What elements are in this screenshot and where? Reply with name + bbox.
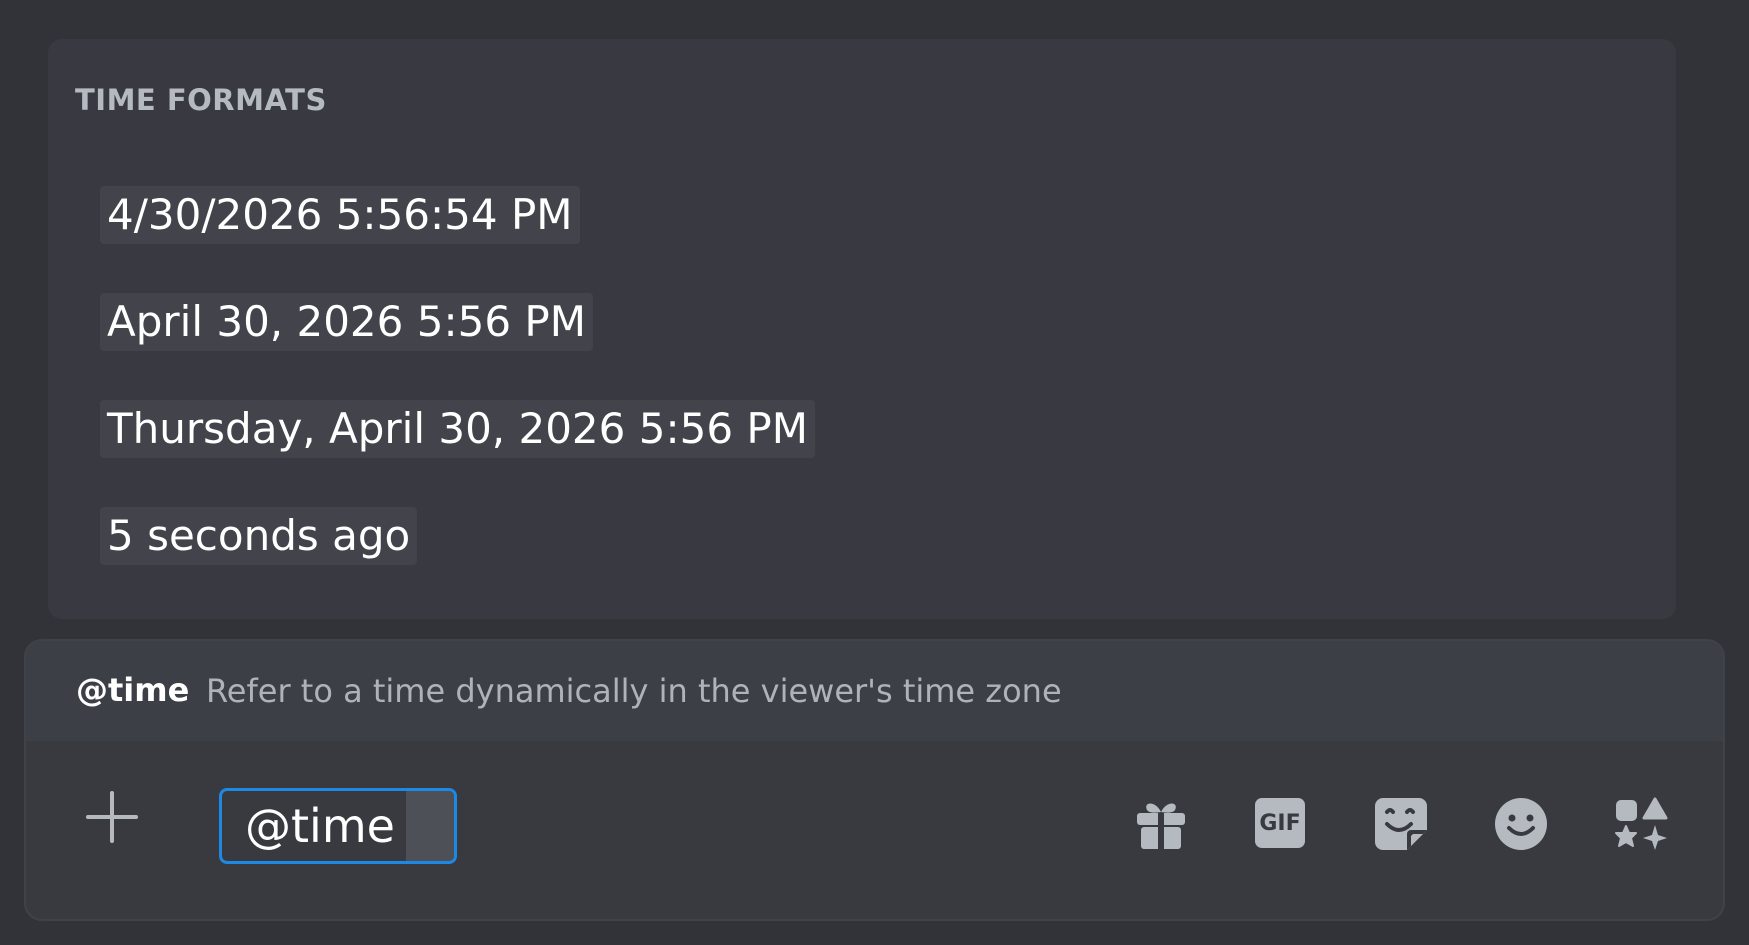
time-format-option-full[interactable]: 4/30/2026 5:56:54 PM (100, 186, 580, 244)
hint-token: @time (76, 671, 190, 709)
message-composer: @time Refer to a time dynamically in the… (24, 639, 1725, 921)
gif-icon: GIF (1255, 798, 1305, 848)
apps-icon (1615, 797, 1668, 850)
command-hint-bar[interactable]: @time Refer to a time dynamically in the… (26, 641, 1723, 741)
gift-button[interactable] (1133, 796, 1189, 852)
popup-header: TIME FORMATS (75, 83, 327, 117)
sticker-icon (1375, 798, 1427, 850)
plus-icon (86, 791, 138, 843)
time-format-options: 4/30/2026 5:56:54 PM April 30, 2026 5:56… (100, 186, 815, 565)
time-format-option-relative[interactable]: 5 seconds ago (100, 507, 418, 565)
time-format-option-weekday[interactable]: Thursday, April 30, 2026 5:56 PM (100, 400, 815, 458)
emoji-button[interactable] (1493, 796, 1549, 852)
hint-description: Refer to a time dynamically in the viewe… (206, 672, 1062, 710)
gift-icon (1137, 803, 1185, 849)
time-formats-popup: TIME FORMATS 4/30/2026 5:56:54 PM April … (48, 39, 1676, 619)
apps-button[interactable] (1613, 796, 1669, 852)
time-mention-value: @time (245, 799, 395, 853)
time-format-option-long[interactable]: April 30, 2026 5:56 PM (100, 293, 593, 351)
attach-button[interactable] (82, 787, 142, 847)
time-mention-chip (406, 791, 454, 861)
time-mention-input[interactable]: @time (219, 788, 457, 864)
sticker-button[interactable] (1373, 796, 1429, 852)
gif-button[interactable]: GIF (1253, 796, 1309, 852)
emoji-icon (1495, 798, 1547, 850)
